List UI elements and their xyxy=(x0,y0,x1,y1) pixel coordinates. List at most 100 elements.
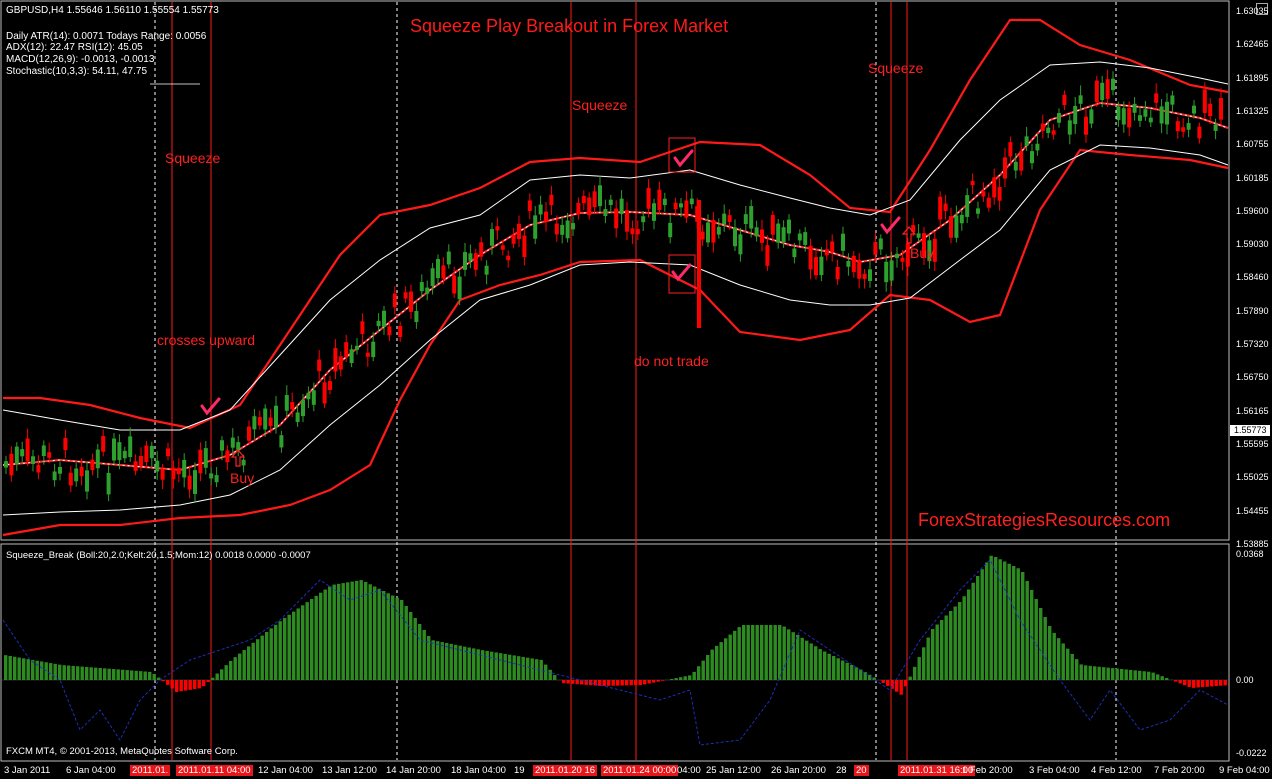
candle-body xyxy=(662,198,667,206)
momentum-bar xyxy=(139,671,143,680)
momentum-bar xyxy=(895,680,899,692)
time-axis-label: 19 xyxy=(514,765,525,776)
candle-body xyxy=(841,233,845,251)
momentum-bar xyxy=(175,680,179,692)
candle-body xyxy=(792,248,797,258)
momentum-bar xyxy=(940,620,944,680)
candle-body xyxy=(733,227,737,247)
symbol-line: GBPUSD,H4 1.55646 1.56110 1.55554 1.5577… xyxy=(6,5,219,16)
candle-body xyxy=(36,465,41,473)
momentum-bar xyxy=(760,625,764,680)
stat-line: ADX(12): 22.47 RSI(12): 45.05 xyxy=(6,42,143,53)
candle-body xyxy=(1143,109,1148,117)
candle-body xyxy=(290,402,295,410)
price-axis-label: 1.53885 xyxy=(1236,538,1269,549)
candle-body xyxy=(1008,142,1013,157)
candle-body xyxy=(754,227,759,237)
momentum-bar xyxy=(26,659,30,680)
candle-body xyxy=(74,468,79,482)
momentum-bar xyxy=(53,663,57,680)
check-mark-icon xyxy=(671,263,692,282)
time-axis-label: 18 Jan 04:00 xyxy=(451,765,506,776)
momentum-bar xyxy=(584,680,588,685)
candle-body xyxy=(706,222,710,243)
momentum-bar xyxy=(755,625,759,680)
candle-body xyxy=(322,382,327,404)
momentum-bar xyxy=(1111,668,1115,680)
momentum-bar xyxy=(242,650,246,680)
momentum-bar xyxy=(1093,666,1097,680)
candle-body xyxy=(441,265,446,279)
momentum-bar xyxy=(836,658,840,680)
momentum-bar xyxy=(238,653,242,680)
momentum-bar xyxy=(143,671,147,680)
momentum-bar xyxy=(337,583,341,680)
candle-body xyxy=(355,345,359,350)
candle-body xyxy=(598,185,602,207)
candle-body xyxy=(387,326,392,336)
candle-body xyxy=(241,459,246,466)
momentum-bar xyxy=(179,680,183,692)
candle-body xyxy=(171,467,176,480)
momentum-bar xyxy=(202,680,206,687)
price-axis-label: 1.60755 xyxy=(1236,139,1269,150)
momentum-bar xyxy=(971,582,975,680)
momentum-bar xyxy=(944,615,948,680)
candle-body xyxy=(1013,161,1018,171)
momentum-bar xyxy=(1070,653,1074,680)
candle-body xyxy=(684,200,689,218)
momentum-bar xyxy=(1007,563,1011,680)
momentum-bar xyxy=(602,680,606,686)
candle-body xyxy=(1078,95,1083,104)
momentum-bar xyxy=(193,680,197,690)
candle-body xyxy=(743,214,748,224)
momentum-bar xyxy=(260,635,264,680)
footer-copyright: FXCM MT4, © 2001-2013, MetaQuotes Softwa… xyxy=(6,746,238,757)
momentum-bar xyxy=(427,636,431,680)
momentum-bar xyxy=(499,653,503,680)
candle-body xyxy=(970,180,975,186)
candle-body xyxy=(198,449,203,474)
candle-body xyxy=(835,266,840,280)
momentum-bar xyxy=(800,637,804,680)
momentum-bar xyxy=(652,680,656,683)
candle-body xyxy=(554,223,559,235)
candle-body xyxy=(787,219,791,234)
squeeze-annotation: Squeeze xyxy=(868,60,924,76)
momentum-bar xyxy=(1138,670,1142,680)
candle-body xyxy=(943,203,948,211)
momentum-bar xyxy=(350,581,354,680)
candle-body xyxy=(1132,103,1137,113)
candle-body xyxy=(263,408,268,430)
candle-body xyxy=(1067,120,1072,135)
main-pane-border xyxy=(0,0,1230,541)
current-price-label: 1.55773 xyxy=(1230,425,1270,436)
candle-body xyxy=(544,211,548,222)
indicator-axis-label: 0.00 xyxy=(1236,675,1254,685)
candle-body xyxy=(295,412,300,423)
candle-body xyxy=(581,195,586,204)
candle-body xyxy=(571,223,575,230)
momentum-bar xyxy=(661,680,665,681)
momentum-bar xyxy=(1043,617,1047,680)
squeeze-annotation: Squeeze xyxy=(572,97,628,113)
momentum-bar xyxy=(1183,680,1187,686)
momentum-bar xyxy=(283,617,287,680)
candle-body xyxy=(1024,136,1029,146)
momentum-bar xyxy=(319,592,323,680)
candle-body xyxy=(1154,93,1159,103)
candle-body xyxy=(1100,82,1105,101)
momentum-bar xyxy=(809,643,813,680)
time-axis-label: 3 Jan 2011 xyxy=(4,765,51,776)
momentum-bar xyxy=(656,680,660,682)
momentum-bar xyxy=(314,595,318,680)
candle-body xyxy=(463,252,467,270)
chart-canvas[interactable] xyxy=(0,0,1272,779)
candle-body xyxy=(484,265,489,275)
indicator-axis-label: 0.0368 xyxy=(1236,549,1264,559)
candle-body xyxy=(47,452,52,458)
momentum-bar xyxy=(706,655,710,680)
candle-body xyxy=(133,461,138,471)
momentum-bar xyxy=(854,667,858,680)
check-mark-icon xyxy=(673,149,694,168)
